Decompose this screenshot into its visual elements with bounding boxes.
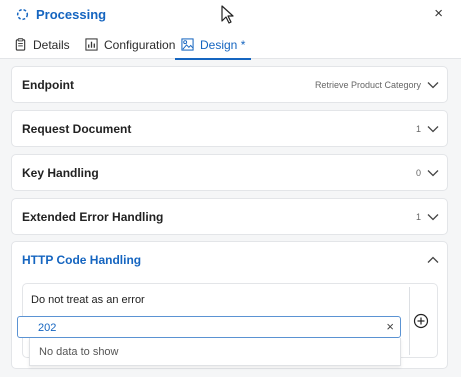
clipboard-icon (15, 38, 26, 51)
panel-header: Processing × (0, 0, 461, 30)
tab-details[interactable]: Details (14, 30, 70, 59)
accordion-request-document-count: 1 (415, 124, 421, 134)
http-code-input-value: 202 (38, 322, 57, 334)
chevron-down-icon[interactable] (427, 80, 439, 90)
tab-bar: Details Configuration Design * (0, 30, 461, 60)
close-button[interactable]: × (434, 6, 443, 22)
tab-configuration[interactable]: Configuration (85, 30, 175, 59)
panel-title: Processing (36, 7, 107, 22)
accordion-extended-error-handling-label: Extended Error Handling (22, 210, 164, 224)
accordion-endpoint[interactable]: Endpoint Retrieve Product Category (11, 66, 448, 103)
processing-panel: Processing × Details Configuration Desig… (0, 0, 461, 377)
accordion-endpoint-label: Endpoint (22, 78, 74, 92)
spinner-icon (16, 8, 29, 21)
tab-design-label: Design * (200, 37, 246, 52)
accordion-http-code-handling-label[interactable]: HTTP Code Handling (22, 253, 141, 267)
accordion-endpoint-value: Retrieve Product Category (314, 80, 421, 90)
accordion-extended-error-handling-count: 1 (415, 212, 421, 222)
divider (409, 287, 410, 355)
accordion-extended-error-handling[interactable]: Extended Error Handling 1 (11, 198, 448, 235)
tab-details-label: Details (33, 37, 70, 52)
add-circle-icon[interactable] (413, 313, 429, 329)
accordion-key-handling[interactable]: Key Handling 0 (11, 154, 448, 191)
http-code-input[interactable]: 202 × (17, 316, 401, 338)
design-icon (181, 38, 194, 51)
chevron-down-icon[interactable] (427, 124, 439, 134)
tab-configuration-label: Configuration (104, 37, 176, 52)
accordion-key-handling-count: 0 (415, 168, 421, 178)
dropdown-empty-message: No data to show (39, 346, 119, 358)
chevron-up-icon[interactable] (427, 255, 439, 265)
tab-design[interactable]: Design * (175, 30, 252, 60)
http-code-rule-label: Do not treat as an error (31, 294, 145, 306)
clear-input-icon[interactable]: × (386, 319, 394, 334)
bar-chart-icon (85, 38, 98, 51)
accordion-request-document-label: Request Document (22, 122, 132, 136)
chevron-down-icon[interactable] (427, 212, 439, 222)
chevron-down-icon[interactable] (427, 168, 439, 178)
accordion-request-document[interactable]: Request Document 1 (11, 110, 448, 147)
http-code-dropdown: No data to show (29, 338, 401, 366)
mouse-cursor-icon (221, 5, 234, 24)
accordion-key-handling-label: Key Handling (22, 166, 99, 180)
